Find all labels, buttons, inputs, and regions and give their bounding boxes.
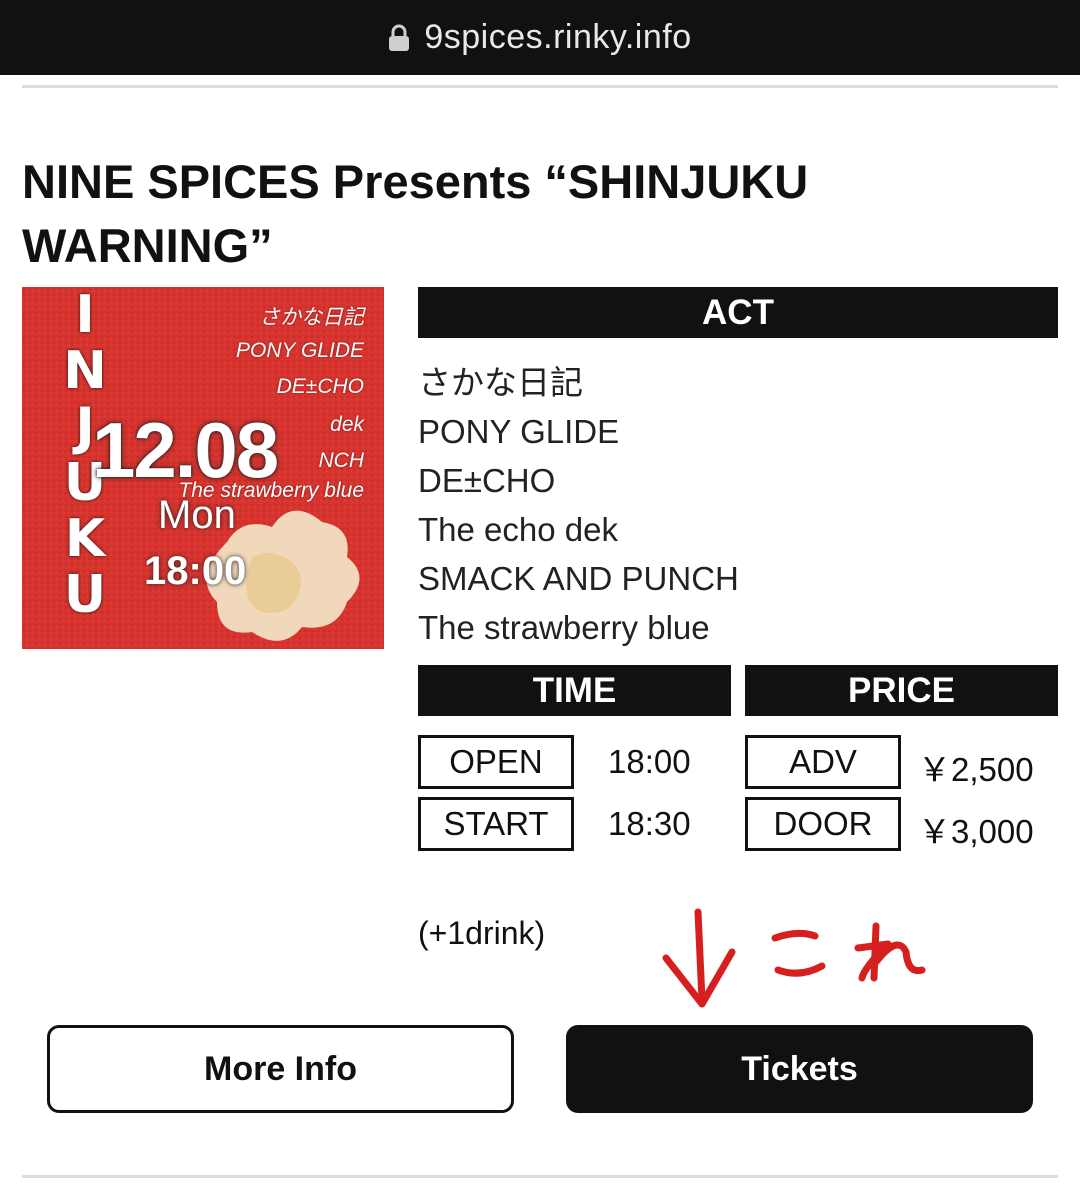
act-item: DE±CHO — [418, 462, 556, 499]
flyer-act: PONY GLIDE — [236, 339, 364, 362]
open-label: OPEN — [418, 735, 574, 789]
open-time: 18:00 — [608, 743, 691, 780]
door-label: DOOR — [745, 797, 901, 851]
start-label: START — [418, 797, 574, 851]
bottom-divider — [22, 1175, 1058, 1178]
price-header: PRICE — [745, 665, 1058, 716]
door-price: ￥3,000 — [918, 813, 1034, 850]
flyer-letter: N — [63, 341, 107, 401]
flyer-act: dek — [330, 413, 364, 436]
start-time: 18:30 — [608, 805, 691, 842]
time-header: TIME — [418, 665, 731, 716]
drink-note: (+1drink) — [418, 915, 546, 951]
lock-icon — [388, 24, 410, 52]
flyer-day: Mon — [158, 493, 236, 537]
event-flyer[interactable]: I N J U K U さかな日記 PONY GLIDE DE±CHO dek … — [22, 287, 384, 649]
act-header: ACT — [418, 287, 1058, 338]
act-item: The strawberry blue — [418, 609, 710, 646]
act-item: The echo dek — [418, 511, 618, 548]
flyer-letter: U — [63, 565, 107, 625]
adv-label: ADV — [745, 735, 901, 789]
annotation-arrow-icon — [662, 908, 926, 1008]
flyer-act: さかな日記 — [259, 306, 364, 329]
more-info-button[interactable]: More Info — [47, 1025, 514, 1113]
top-divider — [22, 85, 1058, 88]
browser-url-bar[interactable]: 9spices.rinky.info — [0, 0, 1080, 75]
flyer-time: 18:00 — [144, 549, 247, 593]
act-list: さかな日記 PONY GLIDE DE±CHO The echo dek SMA… — [418, 358, 739, 652]
tickets-button[interactable]: Tickets — [566, 1025, 1033, 1113]
event-title: NINE SPICES Presents “SHINJUKU WARNING” — [22, 155, 809, 272]
handwritten-annotation — [650, 900, 950, 1020]
flyer-act: DE±CHO — [276, 375, 364, 398]
flyer-letter: I — [75, 287, 95, 345]
url-text: 9spices.rinky.info — [424, 18, 692, 56]
flyer-date: 12.08 — [92, 406, 279, 494]
adv-price: ￥2,500 — [918, 751, 1034, 788]
act-item: PONY GLIDE — [418, 413, 620, 450]
flyer-letter: K — [64, 509, 106, 569]
flyer-act: NCH — [318, 449, 365, 472]
act-item: さかな日記 — [418, 364, 583, 401]
act-item: SMACK AND PUNCH — [418, 560, 739, 597]
